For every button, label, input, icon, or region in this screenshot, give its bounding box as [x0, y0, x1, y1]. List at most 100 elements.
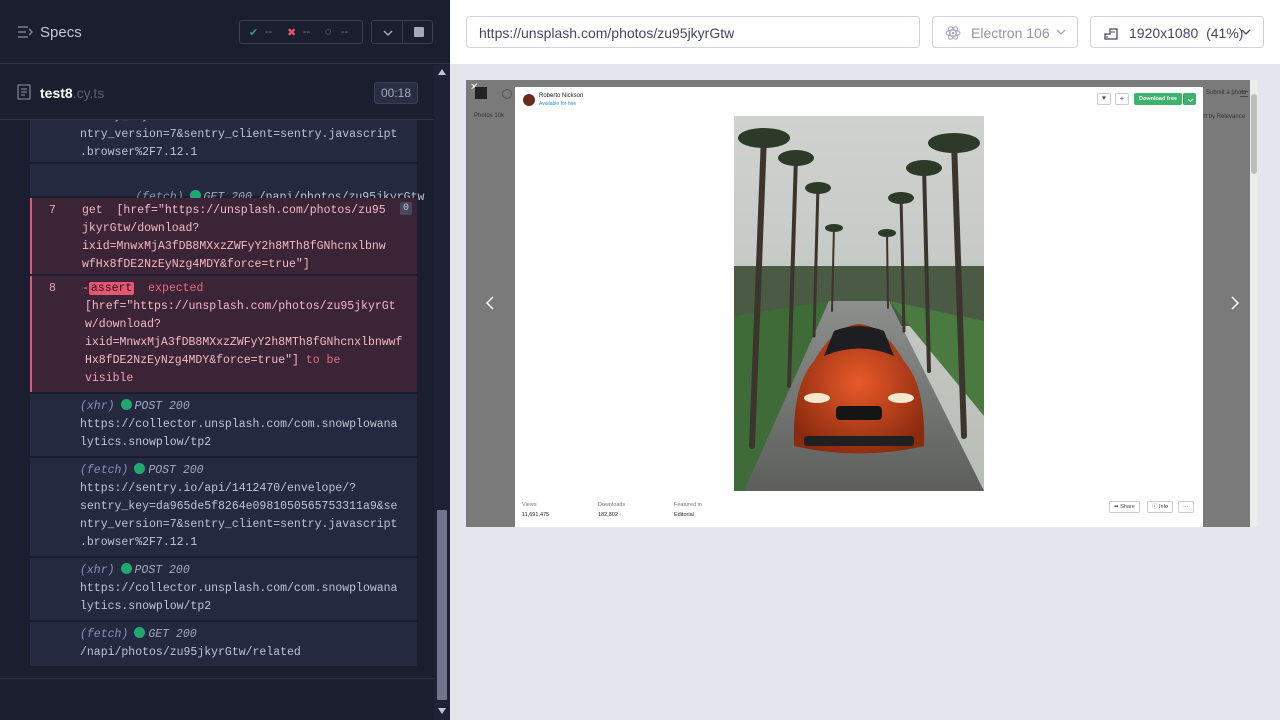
selector-line: wfHx8fDE2NzEyNzg4MDY&force=true"]	[82, 258, 310, 271]
share-label: Share	[1120, 504, 1135, 510]
log-entry[interactable]: (fetch)GET 200 /napi/photos/zu95jkyrGtw	[30, 164, 424, 204]
download-button[interactable]: Download free	[1134, 93, 1182, 105]
views-label: Views	[522, 502, 537, 508]
electron-icon	[945, 26, 961, 40]
log-line: https://collector.unsplash.com/com.snowp…	[80, 582, 398, 595]
info-button[interactable]: ⓘ Info	[1147, 501, 1174, 513]
chevron-right-icon[interactable]	[1230, 296, 1240, 310]
photo-modal: Roberto Nickson Available for hire ♥ + D…	[515, 87, 1203, 527]
selector-line: ixid=MnwxMjA3fDB8MXxzZWFyY2h8MTh8fGNhcnx…	[82, 240, 386, 253]
status-dot-icon	[134, 627, 146, 638]
log-entry[interactable]: (fetch) POST 200 https://sentry.io/api/14…	[30, 458, 417, 556]
selector-line: [href="https://unsplash.com/photos/zu95	[116, 204, 386, 217]
expected-text: expected	[148, 282, 204, 295]
log-tag: (xhr)	[80, 564, 115, 577]
info-label: Info	[1159, 504, 1169, 510]
menu-icon[interactable]	[1240, 91, 1248, 97]
featured-label: Featured in	[674, 502, 702, 508]
unsplash-logo[interactable]	[475, 87, 487, 99]
log-tag: (fetch)	[80, 464, 129, 477]
spec-file-name[interactable]: test8.cy.ts	[40, 85, 104, 101]
aut-header: https://unsplash.com/photos/zu95jkyrGtw …	[450, 0, 1280, 64]
chevron-down-icon	[1056, 29, 1066, 35]
command-log: sentry_key=da965de5f8264e098105056575331…	[0, 108, 434, 678]
log-entry[interactable]: (xhr) POST 200 https://collector.unsplash…	[30, 394, 417, 456]
status-dot-icon	[134, 463, 146, 474]
search-icon[interactable]	[502, 89, 512, 99]
command-log-panel: Specs ✔ -- ✖ -- ◌ -- test8.cy.ts 00:18 s…	[0, 0, 450, 720]
specs-list-icon[interactable]	[17, 24, 33, 40]
log-method: POST 200	[134, 400, 190, 413]
log-tag: (xhr)	[80, 400, 115, 413]
spec-name: test8	[40, 85, 73, 101]
chevron-down-icon	[1241, 29, 1251, 35]
selector-line: ixid=MnwxMjA3fDB8MXxzZWFyY2h8MTh8fGNhcnx…	[85, 336, 403, 349]
spec-file-header: test8.cy.ts 00:18	[0, 65, 434, 120]
command-get[interactable]: 7 get [href="https://unsplash.com/photos…	[30, 198, 417, 274]
viewport-label: 1920x1080 (41%)	[1129, 25, 1244, 41]
log-line: ntry_version=7&sentry_client=sentry.java…	[80, 518, 398, 531]
more-button[interactable]: ···	[1178, 501, 1194, 513]
log-entry[interactable]: (xhr) POST 200 https://collector.unsplash…	[30, 558, 417, 620]
scroll-down-arrow-icon[interactable]	[438, 708, 446, 714]
author-name[interactable]: Roberto Nickson	[539, 93, 583, 99]
featured-value: Editorial	[674, 512, 694, 518]
log-line: sentry_key=da965de5f8264e098105056575331…	[80, 500, 398, 513]
app-under-test-frame: ✕ Photos 10k Submit a photo Sort by Rele…	[466, 80, 1258, 527]
check-icon: ✔	[249, 27, 259, 39]
command-name: get	[82, 204, 103, 217]
chevron-left-icon[interactable]	[485, 296, 495, 310]
photos-tab[interactable]: Photos 10k	[474, 113, 504, 119]
aut-scrollbar-thumb[interactable]	[1251, 94, 1257, 174]
visible-text: visible	[85, 372, 134, 385]
add-to-collection-button[interactable]: +	[1115, 93, 1129, 105]
stop-icon[interactable]	[414, 27, 424, 37]
chevron-down-icon	[1187, 98, 1194, 103]
scroll-up-arrow-icon[interactable]	[438, 69, 446, 75]
like-button[interactable]: ♥	[1097, 93, 1111, 105]
selector-line: jkyrGtw/download?	[82, 222, 200, 235]
command-number: 7	[49, 204, 56, 217]
log-method: POST 200	[134, 564, 190, 577]
info-icon: ⓘ	[1152, 504, 1160, 510]
scrollbar-thumb[interactable]	[437, 510, 447, 700]
browser-selector[interactable]: Electron 106	[932, 16, 1078, 48]
selector-line: w/download?	[85, 318, 161, 331]
sort-relevance[interactable]: Sort by Relevance	[1196, 114, 1245, 120]
views-value: 11,691,475	[522, 512, 550, 518]
avatar[interactable]	[523, 94, 535, 106]
log-method: POST 200	[148, 464, 204, 477]
download-options-button[interactable]	[1183, 93, 1196, 105]
command-log-scrollbar[interactable]	[434, 65, 450, 720]
downloads-label: Downloads	[598, 502, 626, 508]
assert-dash: -	[82, 282, 89, 295]
car-photo[interactable]	[734, 116, 984, 491]
selector-line: Hx8fDE2NzEyNzg4MDY&force=true"]	[85, 354, 299, 367]
failed-count: --	[303, 26, 311, 38]
specs-label[interactable]: Specs	[40, 24, 82, 41]
pending-icon: ◌	[325, 26, 332, 38]
to-be-text: to be	[305, 354, 341, 367]
downloads-value: 182,802	[598, 512, 618, 518]
selector-line: [href="https://unsplash.com/photos/zu95j…	[85, 300, 396, 313]
ruler-icon	[1104, 28, 1118, 40]
hire-badge[interactable]: Available for hire	[539, 101, 576, 107]
x-icon: ✖	[287, 27, 297, 39]
log-line: lytics.snowplow/tp2	[80, 436, 212, 449]
specs-header: Specs ✔ -- ✖ -- ◌ --	[0, 0, 450, 64]
share-button[interactable]: ➦ Share	[1109, 501, 1140, 513]
log-line: .browser%2F7.12.1	[80, 536, 198, 549]
passed-count: --	[265, 26, 273, 38]
command-number: 8	[49, 282, 56, 295]
pending-count: --	[341, 26, 349, 38]
run-controls	[371, 20, 433, 44]
viewport-selector[interactable]: 1920x1080 (41%)	[1090, 16, 1264, 48]
log-entry[interactable]: (fetch) GET 200 /napi/photos/zu95jkyrGtw/…	[30, 622, 417, 666]
url-display[interactable]: https://unsplash.com/photos/zu95jkyrGtw	[466, 16, 920, 48]
aut-scrollbar[interactable]	[1250, 80, 1258, 527]
chevron-down-icon[interactable]	[381, 26, 395, 40]
browser-label: Electron 106	[971, 25, 1050, 41]
command-assert[interactable]: 8 - assert expected [href="https://unspla…	[30, 276, 417, 392]
status-dot-icon	[120, 399, 132, 410]
log-line: /napi/photos/zu95jkyrGtw/related	[80, 646, 301, 659]
